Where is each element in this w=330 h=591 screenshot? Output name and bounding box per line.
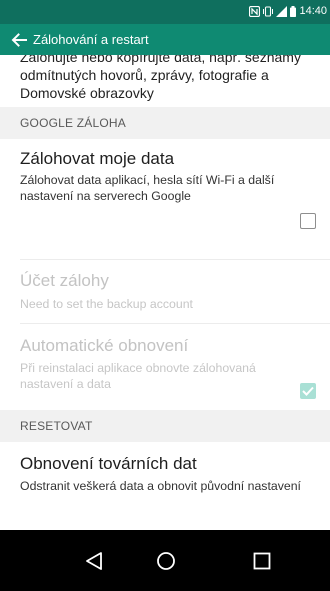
- status-time: 14:40: [299, 5, 327, 17]
- action-bar: Zálohování a restart: [0, 24, 330, 55]
- nfc-icon: [249, 6, 261, 17]
- setting-title: Automatické obnovení: [20, 336, 189, 355]
- home-circle-icon: [157, 552, 175, 570]
- signal-icon: [276, 6, 288, 17]
- setting-summary: Odstranit veškerá data a obnovit původní…: [20, 479, 301, 493]
- nav-recents-button[interactable]: [248, 547, 276, 575]
- navigation-bar: [0, 530, 330, 591]
- setting-backup-my-data[interactable]: Zálohovat moje data Zálohovat data aplik…: [0, 139, 330, 259]
- battery-icon: [290, 6, 297, 17]
- automatic-restore-checkbox: [300, 383, 316, 399]
- setting-title: Účet zálohy: [20, 271, 109, 290]
- setting-automatic-restore: Automatické obnovení Při reinstalaci apl…: [0, 323, 330, 410]
- section-header-google-backup: GOOGLE ZÁLOHA: [0, 107, 330, 139]
- screen-title: Zálohování a restart: [33, 32, 149, 47]
- setting-summary: Při reinstalaci aplikace obnovte zálohov…: [20, 361, 256, 391]
- nav-home-button[interactable]: [152, 547, 180, 575]
- setting-backup-account: Účet zálohy Need to set the backup accou…: [0, 259, 330, 323]
- back-arrow-icon: [11, 33, 27, 47]
- recents-square-icon: [253, 552, 271, 570]
- section-header-reset: RESETOVAT: [0, 410, 330, 442]
- setting-factory-reset[interactable]: Obnovení továrních dat Odstranit veškerá…: [0, 442, 330, 530]
- back-button[interactable]: [8, 29, 30, 51]
- status-bar: 14:40: [0, 0, 330, 24]
- vibrate-icon: [263, 6, 274, 17]
- backup-my-data-checkbox[interactable]: [300, 213, 316, 229]
- setting-title: Zálohovat moje data: [20, 149, 175, 168]
- setting-title: Obnovení továrních dat: [20, 454, 197, 473]
- intro-description: Zálohujte nebo kopírujte data, např. sez…: [20, 55, 301, 101]
- checkmark-icon: [302, 386, 314, 396]
- section-header-label: GOOGLE ZÁLOHA: [20, 116, 126, 130]
- nav-back-button[interactable]: [80, 547, 108, 575]
- settings-list[interactable]: Zálohujte nebo kopírujte data, např. sez…: [0, 55, 330, 530]
- section-header-label: RESETOVAT: [20, 419, 93, 433]
- status-icons: 14:40: [249, 5, 327, 18]
- setting-summary: Zálohovat data aplikací, hesla sítí Wi-F…: [20, 173, 275, 203]
- back-triangle-icon: [86, 552, 102, 570]
- setting-summary: Need to set the backup account: [20, 297, 193, 311]
